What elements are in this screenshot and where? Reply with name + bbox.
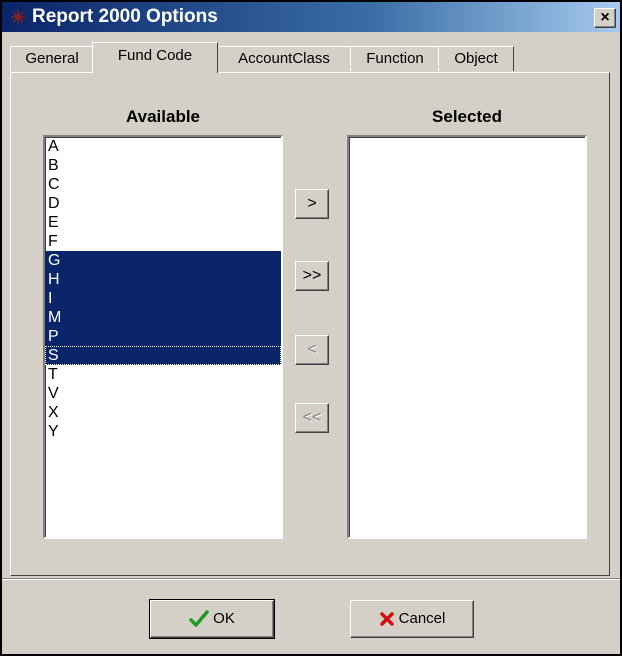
checkmark-icon	[189, 610, 209, 627]
tab-object[interactable]: Object	[438, 46, 514, 71]
app-icon	[11, 10, 25, 24]
list-item[interactable]: I	[45, 289, 281, 308]
list-item[interactable]: S	[45, 346, 281, 365]
remove-one-button[interactable]: <	[295, 335, 329, 365]
list-item[interactable]: C	[45, 175, 281, 194]
add-all-button[interactable]: >>	[295, 261, 329, 291]
available-listbox[interactable]: ABCDEFGHIMPSTVXY	[43, 135, 283, 539]
list-item[interactable]: E	[45, 213, 281, 232]
list-item[interactable]: D	[45, 194, 281, 213]
cancel-label: Cancel	[398, 610, 446, 628]
x-icon	[379, 612, 394, 626]
list-item[interactable]: H	[45, 270, 281, 289]
title-bar[interactable]: Report 2000 Options ×	[2, 2, 620, 32]
window-title: Report 2000 Options	[32, 6, 218, 27]
ok-label: OK	[213, 610, 235, 628]
footer-separator	[2, 578, 620, 580]
tab-function[interactable]: Function	[350, 46, 440, 71]
selected-header: Selected	[432, 107, 502, 126]
remove-all-button[interactable]: <<	[295, 403, 329, 433]
list-item[interactable]: F	[45, 232, 281, 251]
add-one-button[interactable]: >	[295, 189, 329, 219]
fund-code-panel: Available Selected ABCDEFGHIMPSTVXY > >>…	[10, 72, 610, 576]
ok-button[interactable]: OK	[149, 599, 275, 639]
list-item[interactable]: P	[45, 327, 281, 346]
list-item[interactable]: A	[45, 137, 281, 156]
list-item[interactable]: G	[45, 251, 281, 270]
tab-general[interactable]: General	[10, 46, 94, 71]
list-item[interactable]: X	[45, 403, 281, 422]
list-item[interactable]: T	[45, 365, 281, 384]
tab-fund-code[interactable]: Fund Code	[92, 42, 218, 73]
list-item[interactable]: B	[45, 156, 281, 175]
close-button[interactable]: ×	[594, 8, 616, 28]
report-options-dialog: Report 2000 Options × General Fund Code …	[0, 0, 622, 656]
tab-accountclass[interactable]: AccountClass	[216, 46, 352, 71]
list-item[interactable]: Y	[45, 422, 281, 441]
list-item[interactable]: M	[45, 308, 281, 327]
list-item[interactable]: V	[45, 384, 281, 403]
available-header: Available	[125, 107, 201, 126]
cancel-button[interactable]: Cancel	[350, 600, 474, 638]
selected-listbox[interactable]	[347, 135, 587, 539]
